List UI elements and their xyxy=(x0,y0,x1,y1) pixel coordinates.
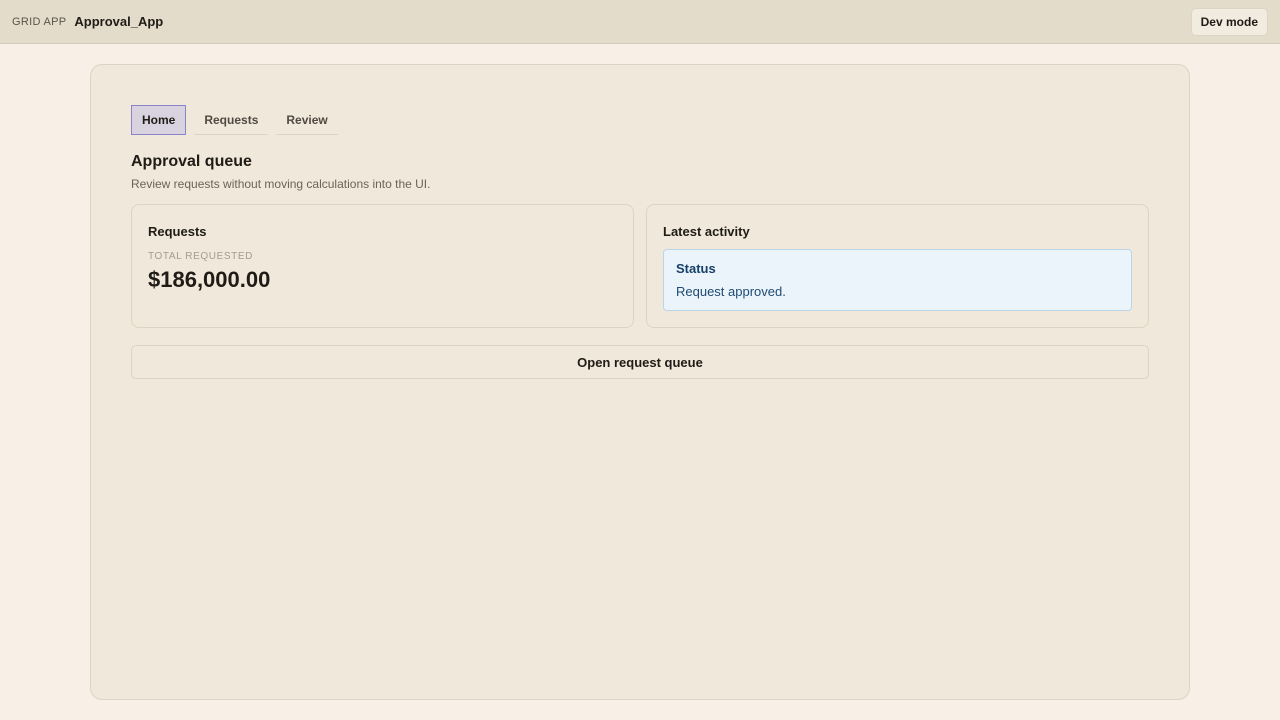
status-notice: Status Request approved. xyxy=(663,249,1132,311)
dev-mode-button[interactable]: Dev mode xyxy=(1190,7,1268,36)
activity-card-title: Latest activity xyxy=(663,224,750,239)
top-bar: GRID APP Approval_App Dev mode xyxy=(0,0,1280,44)
requests-card: Requests TOTAL REQUESTED $186,000.00 xyxy=(131,204,634,328)
page-subtitle: Review requests without moving calculati… xyxy=(131,177,431,191)
tab-home[interactable]: Home xyxy=(131,105,187,135)
page-title: Approval queue xyxy=(131,153,252,170)
open-request-queue-button[interactable]: Open request queue xyxy=(131,345,1149,379)
card-row: Requests TOTAL REQUESTED $186,000.00 Lat… xyxy=(131,204,1149,328)
tab-bar: Home Requests Review xyxy=(131,105,1149,135)
activity-card: Latest activity Status Request approved. xyxy=(646,204,1149,328)
requests-card-title: Requests xyxy=(148,224,207,239)
total-requested-label: TOTAL REQUESTED xyxy=(148,251,253,262)
brand-label: GRID APP xyxy=(12,15,67,28)
status-title: Status xyxy=(676,261,716,276)
tab-review[interactable]: Review xyxy=(276,105,338,135)
app-name: Approval_App xyxy=(74,14,164,29)
main-panel: Home Requests Review Approval queue Revi… xyxy=(90,64,1190,700)
total-requested-value: $186,000.00 xyxy=(148,267,271,292)
status-message: Request approved. xyxy=(676,284,786,299)
tab-requests[interactable]: Requests xyxy=(194,105,269,135)
